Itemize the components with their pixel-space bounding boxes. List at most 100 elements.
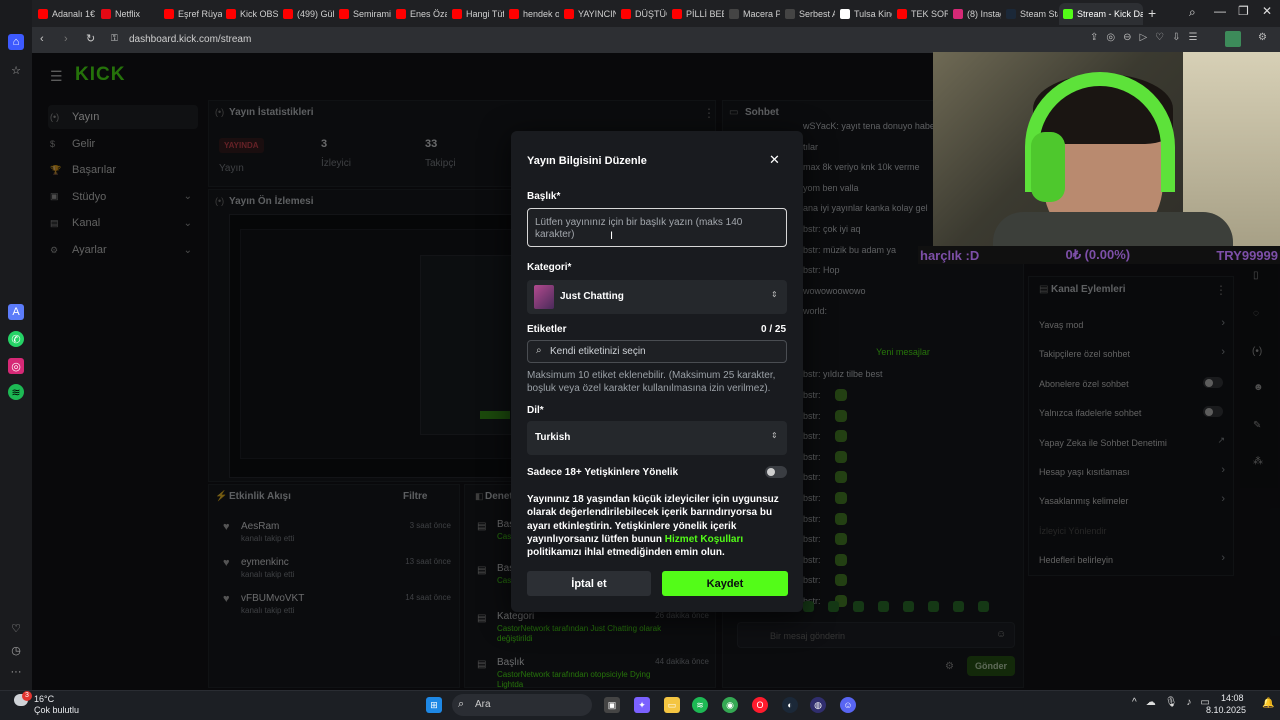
- rail-stream-icon[interactable]: (•): [1252, 346, 1262, 357]
- forward-icon[interactable]: ›: [64, 33, 68, 45]
- url-field[interactable]: dashboard.kick.com/stream: [129, 34, 251, 45]
- reload-icon[interactable]: ↻: [86, 32, 95, 45]
- maximize-button[interactable]: ❐: [1238, 4, 1249, 18]
- emote-icon[interactable]: [903, 601, 914, 612]
- browser-tab[interactable]: Stream - Kick Da: [1059, 3, 1143, 25]
- stream-title-input[interactable]: Lütfen yayınınız için bir başlık yazın (…: [527, 208, 787, 247]
- discord-icon[interactable]: ☺: [840, 697, 856, 713]
- site-info-icon[interactable]: ⚿: [111, 33, 118, 44]
- channel-action-row[interactable]: Yapay Zeka ile Sohbet Denetimi ↗: [1039, 435, 1225, 449]
- tags-input[interactable]: ⌕ Kendi etiketinizi seçin: [527, 340, 787, 363]
- opera-taskbar-icon[interactable]: O: [752, 697, 768, 713]
- activity-filter[interactable]: Filtre: [403, 491, 427, 502]
- browser-tab[interactable]: Semiramis: [335, 3, 391, 25]
- browser-tab[interactable]: Hangi Tüfe: [448, 3, 504, 25]
- file-explorer-icon[interactable]: ▭: [664, 697, 680, 713]
- browser-tab[interactable]: hendek oy: [505, 3, 559, 25]
- channel-actions-more-icon[interactable]: ⋮: [1215, 283, 1227, 297]
- close-window-button[interactable]: ✕: [1262, 4, 1272, 18]
- heart-icon[interactable]: ♡: [8, 620, 24, 636]
- channel-action-row[interactable]: Yasaklanmış kelimeler ›: [1039, 493, 1225, 507]
- copilot-icon[interactable]: ✦: [634, 697, 650, 713]
- chat-settings-icon[interactable]: ⚙: [945, 661, 954, 672]
- task-view-icon[interactable]: ▣: [604, 697, 620, 713]
- browser-tab[interactable]: YAYINCINI: [560, 3, 616, 25]
- channel-action-row[interactable]: Takipçilere özel sohbet ›: [1039, 346, 1225, 360]
- language-select[interactable]: Turkish ⇕: [527, 421, 787, 455]
- start-icon[interactable]: ⊞: [426, 697, 442, 713]
- browser-tab[interactable]: Macera Pe: [725, 3, 780, 25]
- emote-icon[interactable]: [878, 601, 889, 612]
- browser-tab[interactable]: Steam Sta: [1002, 3, 1058, 25]
- browser-tab[interactable]: Kick OBS: [222, 3, 278, 25]
- home-icon[interactable]: ⌂: [8, 34, 24, 50]
- instagram-icon[interactable]: ◎: [8, 358, 24, 374]
- spotify-icon[interactable]: ≋: [8, 384, 24, 400]
- rail-chat-icon[interactable]: ◌: [1253, 308, 1259, 319]
- notification-icon[interactable]: 🔔: [1262, 698, 1274, 709]
- emote-icon[interactable]: [928, 601, 939, 612]
- whatsapp-icon[interactable]: ✆: [8, 331, 24, 347]
- browser-tab[interactable]: Serbest At: [781, 3, 835, 25]
- back-icon[interactable]: ‹: [40, 33, 44, 45]
- activity-user[interactable]: eymenkinc: [241, 557, 289, 568]
- rail-doc-icon[interactable]: ▯: [1253, 270, 1259, 281]
- nav-item[interactable]: 🏆 Başarılar: [48, 158, 198, 182]
- browser-tab[interactable]: DÜŞTÜĞÜ: [617, 3, 667, 25]
- browser-tab[interactable]: (499) Gülü: [279, 3, 334, 25]
- browser-tab[interactable]: Netflix: [97, 3, 159, 25]
- toolbar-icons[interactable]: ⇪◎⊖▷♡⇩☰: [1090, 32, 1205, 43]
- browser-tab[interactable]: Eşref Rüya: [160, 3, 222, 25]
- category-select[interactable]: Just Chatting ⇕: [527, 280, 787, 314]
- channel-action-row[interactable]: Yalnızca ifadelerle sohbet: [1039, 405, 1225, 419]
- rail-user-icon[interactable]: ☻: [1253, 382, 1264, 393]
- rail-tools-icon[interactable]: ✎: [1253, 420, 1261, 431]
- browser-tab[interactable]: PİLLİ BEBE: [668, 3, 724, 25]
- chrome-icon[interactable]: ◉: [722, 697, 738, 713]
- emote-icon[interactable]: [853, 601, 864, 612]
- browser-tab[interactable]: Adanalı 1€: [34, 3, 96, 25]
- channel-action-row[interactable]: Hedefleri belirleyin ›: [1039, 552, 1225, 566]
- aria-icon[interactable]: A: [8, 304, 24, 320]
- taskbar-search[interactable]: ⌕ Ara: [452, 694, 592, 716]
- channel-action-row[interactable]: Yavaş mod ›: [1039, 317, 1225, 331]
- obs-icon[interactable]: ◍: [810, 697, 826, 713]
- clock-time[interactable]: 14:08: [1221, 693, 1244, 703]
- nav-item[interactable]: (•) Yayın: [48, 105, 198, 129]
- nav-item[interactable]: ⚙ Ayarlar ⌄: [48, 238, 198, 262]
- nav-item[interactable]: $ Gelir: [48, 132, 198, 156]
- rail-apps-icon[interactable]: ⁂: [1253, 456, 1263, 467]
- clock-date[interactable]: 8.10.2025: [1206, 705, 1246, 715]
- browser-tab[interactable]: Enes Özay: [392, 3, 447, 25]
- emote-icon[interactable]: [803, 601, 814, 612]
- history-icon[interactable]: ◷: [8, 642, 24, 658]
- activity-user[interactable]: AesRam: [241, 521, 279, 532]
- browser-tab[interactable]: Tulsa King: [836, 3, 892, 25]
- spotify-taskbar-icon[interactable]: ≋: [692, 697, 708, 713]
- modal-close-button[interactable]: ✕: [769, 152, 780, 168]
- search-tabs-icon[interactable]: ⌕: [1189, 5, 1196, 20]
- emote-icon[interactable]: [953, 601, 964, 612]
- channel-action-row[interactable]: Abonelere özel sohbet: [1039, 376, 1225, 390]
- extension-icon[interactable]: [1225, 31, 1241, 47]
- browser-tab[interactable]: (8) Instagr: [949, 3, 1001, 25]
- save-button[interactable]: Kaydet: [662, 571, 788, 596]
- activity-user[interactable]: vFBUMvoVKT: [241, 593, 304, 604]
- emote-icon[interactable]: [978, 601, 989, 612]
- terms-link[interactable]: Hizmet Koşulları: [665, 534, 743, 545]
- nav-item[interactable]: ▣ Stüdyo ⌄: [48, 185, 198, 209]
- emoji-icon[interactable]: ☺: [996, 629, 1006, 640]
- menu-icon[interactable]: ☰: [50, 68, 63, 85]
- toggle-switch[interactable]: [1203, 376, 1223, 388]
- steam-taskbar-icon[interactable]: ◐: [782, 697, 798, 713]
- adult-only-toggle[interactable]: [765, 466, 787, 478]
- kick-logo[interactable]: KICK: [75, 64, 125, 86]
- send-button[interactable]: Gönder: [967, 656, 1015, 676]
- chat-input[interactable]: Bir mesaj gönderin ☺: [737, 622, 1015, 648]
- cancel-button[interactable]: İptal et: [527, 571, 651, 596]
- emote-icon[interactable]: [828, 601, 839, 612]
- bookmarks-icon[interactable]: ☆: [8, 62, 24, 78]
- browser-tab[interactable]: TEK SORU: [893, 3, 948, 25]
- settings-icon[interactable]: ⚙: [1258, 32, 1267, 43]
- stats-more-icon[interactable]: ⋮: [703, 106, 715, 120]
